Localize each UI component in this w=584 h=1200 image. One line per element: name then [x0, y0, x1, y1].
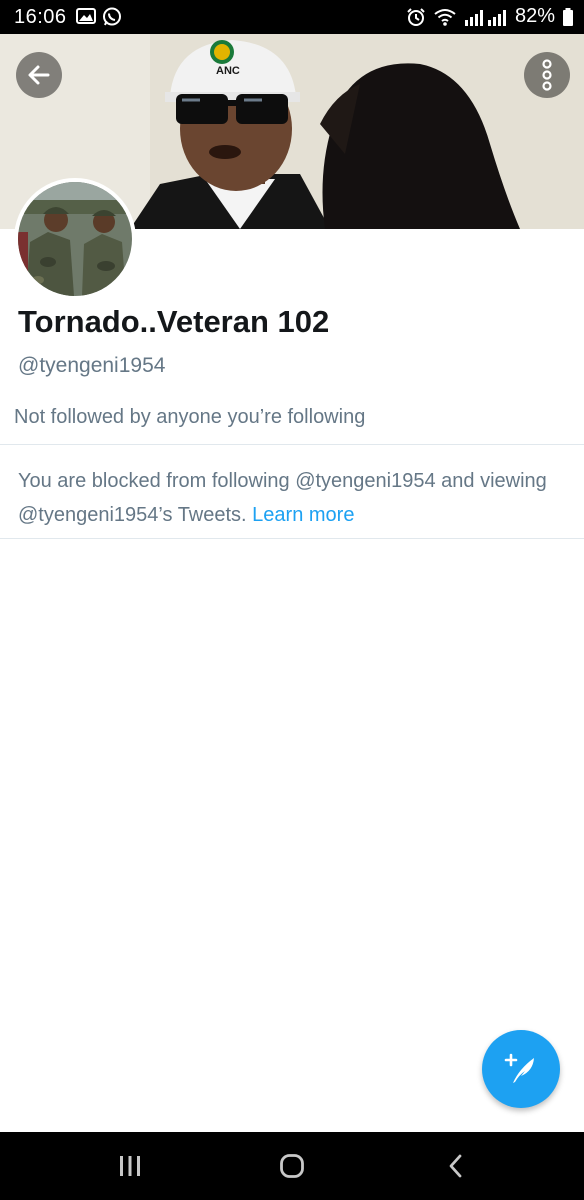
- system-nav-bar: [0, 1132, 584, 1200]
- back-icon: [449, 1154, 462, 1178]
- more-options-button[interactable]: [524, 52, 570, 98]
- alarm-icon: [406, 7, 426, 27]
- status-bar: 16:06 82%: [0, 0, 584, 34]
- followed-by-text: Not followed by anyone you’re following: [14, 406, 366, 428]
- battery-icon: [562, 7, 574, 27]
- gallery-icon: [76, 7, 96, 33]
- recent-apps-icon: [120, 1156, 140, 1176]
- compose-tweet-icon: [504, 1053, 534, 1083]
- signal-icon: [464, 7, 508, 27]
- home-button[interactable]: [262, 1146, 322, 1186]
- blocked-notice: You are blocked from following @tyengeni…: [18, 464, 568, 532]
- avatar[interactable]: [14, 178, 136, 300]
- profile-name: Tornado..Veteran 102: [18, 304, 330, 339]
- home-icon: [280, 1154, 304, 1178]
- divider: [0, 444, 584, 445]
- cap-logo-text: ANC: [216, 65, 240, 77]
- more-vertical-icon: [542, 59, 552, 91]
- wifi-icon: [433, 7, 457, 27]
- nav-back-button[interactable]: [426, 1146, 486, 1186]
- whatsapp-icon: [102, 7, 122, 33]
- recent-apps-button[interactable]: [100, 1146, 160, 1186]
- battery-percent: 82%: [514, 5, 555, 27]
- back-button[interactable]: [16, 52, 62, 98]
- profile-handle: @tyengeni1954: [18, 354, 166, 377]
- learn-more-link[interactable]: Learn more: [252, 504, 354, 526]
- status-system-icons: 82%: [406, 5, 574, 28]
- arrow-left-icon: [28, 65, 50, 85]
- divider: [0, 538, 584, 539]
- status-notification-icons: [76, 7, 122, 33]
- status-time: 16:06: [14, 6, 67, 28]
- compose-tweet-button[interactable]: [482, 1030, 560, 1108]
